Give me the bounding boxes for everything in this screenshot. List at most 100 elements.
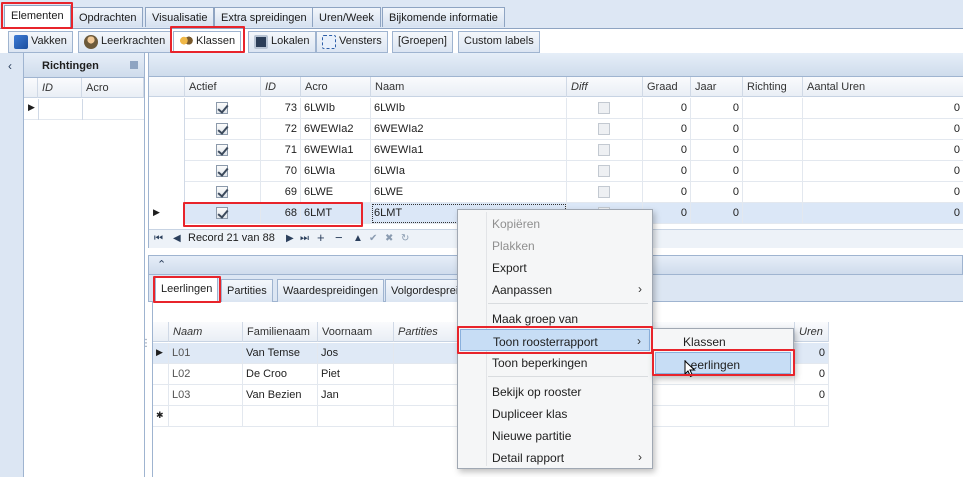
column-header-uren[interactable]: Uren: [795, 322, 829, 342]
diff-cell[interactable]: [567, 98, 643, 119]
acro-cell[interactable]: 6LMT: [301, 203, 371, 224]
acro-cell[interactable]: 6WEWIa2: [301, 119, 371, 140]
uren-cell[interactable]: [795, 406, 829, 427]
uren-cell[interactable]: 0: [803, 182, 963, 203]
actief-checkbox[interactable]: [216, 186, 228, 198]
familienaam-cell[interactable]: Van Temse: [243, 343, 318, 364]
familienaam-cell[interactable]: [243, 406, 318, 427]
richting-cell[interactable]: [743, 98, 803, 119]
voornaam-cell[interactable]: [318, 406, 394, 427]
tab-leerkrachten[interactable]: Leerkrachten: [78, 31, 172, 53]
tab-vensters[interactable]: Vensters: [316, 31, 388, 53]
add-record-icon[interactable]: +: [317, 230, 325, 245]
richting-cell[interactable]: [743, 119, 803, 140]
column-header-jaar[interactable]: Jaar: [691, 77, 743, 97]
accept-edit-icon[interactable]: ✔: [369, 233, 377, 244]
row-indicator[interactable]: [149, 98, 185, 119]
richting-cell[interactable]: [743, 161, 803, 182]
first-record-icon[interactable]: ⏮: [154, 233, 163, 244]
acro-cell[interactable]: 6LWE: [301, 182, 371, 203]
uren-cell[interactable]: 0: [803, 98, 963, 119]
diff-checkbox[interactable]: [598, 123, 610, 135]
tab-klassen[interactable]: Klassen: [173, 31, 242, 53]
row-indicator[interactable]: ▶: [149, 203, 185, 224]
column-header-familienaam[interactable]: Familienaam: [243, 322, 318, 342]
tab-bijkomende-informatie[interactable]: Bijkomende informatie: [382, 7, 505, 27]
graad-cell[interactable]: 0: [643, 161, 691, 182]
move-up-icon[interactable]: ▲: [353, 233, 363, 244]
id-cell[interactable]: 69: [261, 182, 301, 203]
tab-custom-labels[interactable]: Custom labels: [458, 31, 540, 53]
actief-cell[interactable]: [185, 119, 261, 140]
richting-cell[interactable]: [743, 182, 803, 203]
uren-cell[interactable]: 0: [803, 119, 963, 140]
previous-record-icon[interactable]: ◀: [173, 233, 181, 244]
tab-lokalen[interactable]: Lokalen: [248, 31, 316, 53]
next-record-icon[interactable]: ▶: [286, 233, 294, 244]
naam-cell[interactable]: L02: [169, 364, 243, 385]
acro-cell[interactable]: 6LWIa: [301, 161, 371, 182]
richting-cell[interactable]: [743, 203, 803, 224]
column-header-richting[interactable]: Richting: [743, 77, 803, 97]
uren-cell[interactable]: 0: [795, 364, 829, 385]
column-header-id[interactable]: ID: [38, 78, 82, 98]
column-header-voornaam[interactable]: Voornaam: [318, 322, 394, 342]
row-indicator[interactable]: [153, 364, 169, 385]
column-header-id[interactable]: ID: [261, 77, 301, 97]
menu-item-toon-roosterrapport[interactable]: Toon roosterrapport ›: [460, 329, 650, 351]
jaar-cell[interactable]: 0: [691, 182, 743, 203]
table-row[interactable]: 69 6LWE 6LWE 0 0 0: [149, 182, 963, 203]
actief-cell[interactable]: [185, 98, 261, 119]
graad-cell[interactable]: 0: [643, 140, 691, 161]
table-row[interactable]: 72 6WEWIa2 6WEWIa2 0 0 0: [149, 119, 963, 140]
jaar-cell[interactable]: 0: [691, 161, 743, 182]
menu-item-dupliceer-klas[interactable]: Dupliceer klas: [460, 402, 650, 424]
menu-item-kopieren[interactable]: Kopiëren: [460, 212, 650, 234]
collapse-arrow-icon[interactable]: ‹: [8, 59, 12, 73]
menu-item-aanpassen[interactable]: Aanpassen ›: [460, 278, 650, 300]
diff-checkbox[interactable]: [598, 186, 610, 198]
id-cell[interactable]: 71: [261, 140, 301, 161]
naam-cell[interactable]: [169, 406, 243, 427]
row-indicator[interactable]: ✱: [153, 406, 169, 427]
voornaam-cell[interactable]: Piet: [318, 364, 394, 385]
column-header-naam[interactable]: Naam: [169, 322, 243, 342]
tab-groepen[interactable]: [Groepen]: [392, 31, 453, 53]
table-row[interactable]: 73 6LWIb 6LWIb 0 0 0: [149, 98, 963, 119]
submenu-item-klassen[interactable]: Klassen: [655, 330, 791, 352]
tab-uren-week[interactable]: Uren/Week: [312, 7, 381, 27]
id-cell[interactable]: 73: [261, 98, 301, 119]
column-header-graad[interactable]: Graad: [643, 77, 691, 97]
graad-cell[interactable]: 0: [643, 119, 691, 140]
diff-cell[interactable]: [567, 182, 643, 203]
tab-volgordespreidingen[interactable]: Volgordespreidingen: [385, 279, 461, 302]
diff-checkbox[interactable]: [598, 144, 610, 156]
jaar-cell[interactable]: 0: [691, 203, 743, 224]
jaar-cell[interactable]: 0: [691, 140, 743, 161]
column-header-actief[interactable]: Actief: [185, 77, 261, 97]
menu-item-bekijk-op-rooster[interactable]: Bekijk op rooster: [460, 380, 650, 402]
diff-cell[interactable]: [567, 119, 643, 140]
next-page-icon[interactable]: ⏭: [300, 233, 309, 244]
collapse-strip[interactable]: ‹: [0, 53, 24, 477]
actief-checkbox[interactable]: [216, 123, 228, 135]
column-header-diff[interactable]: Diff: [567, 77, 643, 97]
diff-checkbox[interactable]: [598, 165, 610, 177]
naam-cell[interactable]: 6LWIa: [371, 161, 567, 182]
naam-cell[interactable]: 6LWE: [371, 182, 567, 203]
diff-checkbox[interactable]: [598, 102, 610, 114]
submenu-item-leerlingen[interactable]: Leerlingen: [655, 352, 791, 374]
diff-cell[interactable]: [567, 161, 643, 182]
actief-cell[interactable]: [185, 182, 261, 203]
id-cell[interactable]: 70: [261, 161, 301, 182]
row-indicator[interactable]: ▶: [153, 343, 169, 364]
actief-checkbox[interactable]: [216, 165, 228, 177]
column-header-acro[interactable]: Acro: [301, 77, 371, 97]
voornaam-cell[interactable]: Jan: [318, 385, 394, 406]
column-header-naam[interactable]: Naam: [371, 77, 567, 97]
acro-cell[interactable]: 6WEWIa1: [301, 140, 371, 161]
tab-leerlingen[interactable]: Leerlingen: [155, 277, 219, 302]
jaar-cell[interactable]: 0: [691, 98, 743, 119]
row-indicator[interactable]: [149, 119, 185, 140]
uren-cell[interactable]: 0: [803, 140, 963, 161]
